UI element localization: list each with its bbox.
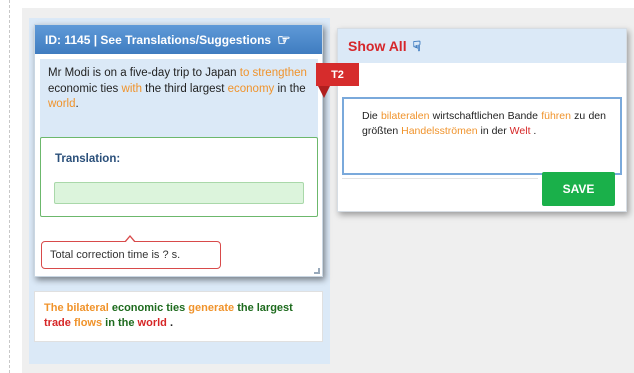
reference-token: trade: [44, 317, 71, 329]
divider: [342, 178, 538, 179]
target-card: Show All ☟ Die bilateralen wirtschaftlic…: [337, 28, 627, 212]
correction-time-tooltip: Total correction time is ? s.: [41, 235, 221, 269]
source-token: economic ties: [48, 82, 122, 95]
t2-badge: T2: [316, 63, 359, 98]
save-button[interactable]: SAVE: [542, 172, 615, 206]
source-card: ID: 1145 | See Translations/Suggestions …: [34, 24, 323, 277]
target-editor[interactable]: Die bilateralen wirtschaftlichen Bande f…: [342, 97, 622, 175]
source-token: .: [75, 98, 79, 110]
source-card-header[interactable]: ID: 1145 | See Translations/Suggestions …: [35, 25, 322, 54]
translation-input[interactable]: [54, 182, 304, 204]
source-token: economy: [227, 82, 275, 95]
show-all-header[interactable]: Show All ☟: [338, 29, 626, 63]
source-token: Mr Modi is on a five-day trip to Japan: [48, 67, 240, 79]
show-all-label[interactable]: Show All: [348, 38, 407, 54]
target-token: wirtschaftlichen Bande: [429, 110, 542, 122]
reference-token: world: [137, 317, 167, 329]
reference-token: economic ties: [108, 302, 189, 314]
reference-token: generate: [188, 302, 235, 314]
reference-token: in the: [102, 317, 138, 329]
translation-label: Translation:: [55, 153, 121, 165]
translation-panel: Translation:: [40, 137, 318, 217]
reference-translation: The bilateral economic ties generate the…: [34, 291, 323, 342]
reference-token: flows: [73, 317, 103, 329]
target-token: führen: [541, 110, 571, 122]
target-token: Die: [362, 110, 381, 122]
target-token: in der: [477, 125, 510, 137]
source-card-title[interactable]: ID: 1145 | See Translations/Suggestions: [45, 33, 271, 47]
reference-token: The bilateral: [44, 302, 109, 314]
source-sentence: Mr Modi is on a five-day trip to Japan t…: [40, 59, 318, 147]
dashed-guide-line: [9, 0, 10, 373]
target-token: bilateralen: [380, 110, 430, 122]
hand-down-icon[interactable]: ☟: [413, 38, 422, 55]
source-token: world: [48, 98, 76, 110]
reference-token: .: [166, 317, 174, 329]
target-token: Handelsströmen: [401, 125, 478, 137]
target-token: .: [530, 125, 537, 137]
resize-handle-icon[interactable]: [314, 268, 320, 274]
source-token: in the: [274, 82, 306, 95]
source-token: the third largest: [141, 82, 228, 95]
hand-pointer-icon[interactable]: ☞: [277, 31, 290, 49]
source-token: to strengthen: [239, 67, 307, 79]
source-token: with: [121, 82, 142, 95]
reference-token: the largest: [234, 302, 293, 314]
target-token: Welt: [509, 125, 531, 137]
